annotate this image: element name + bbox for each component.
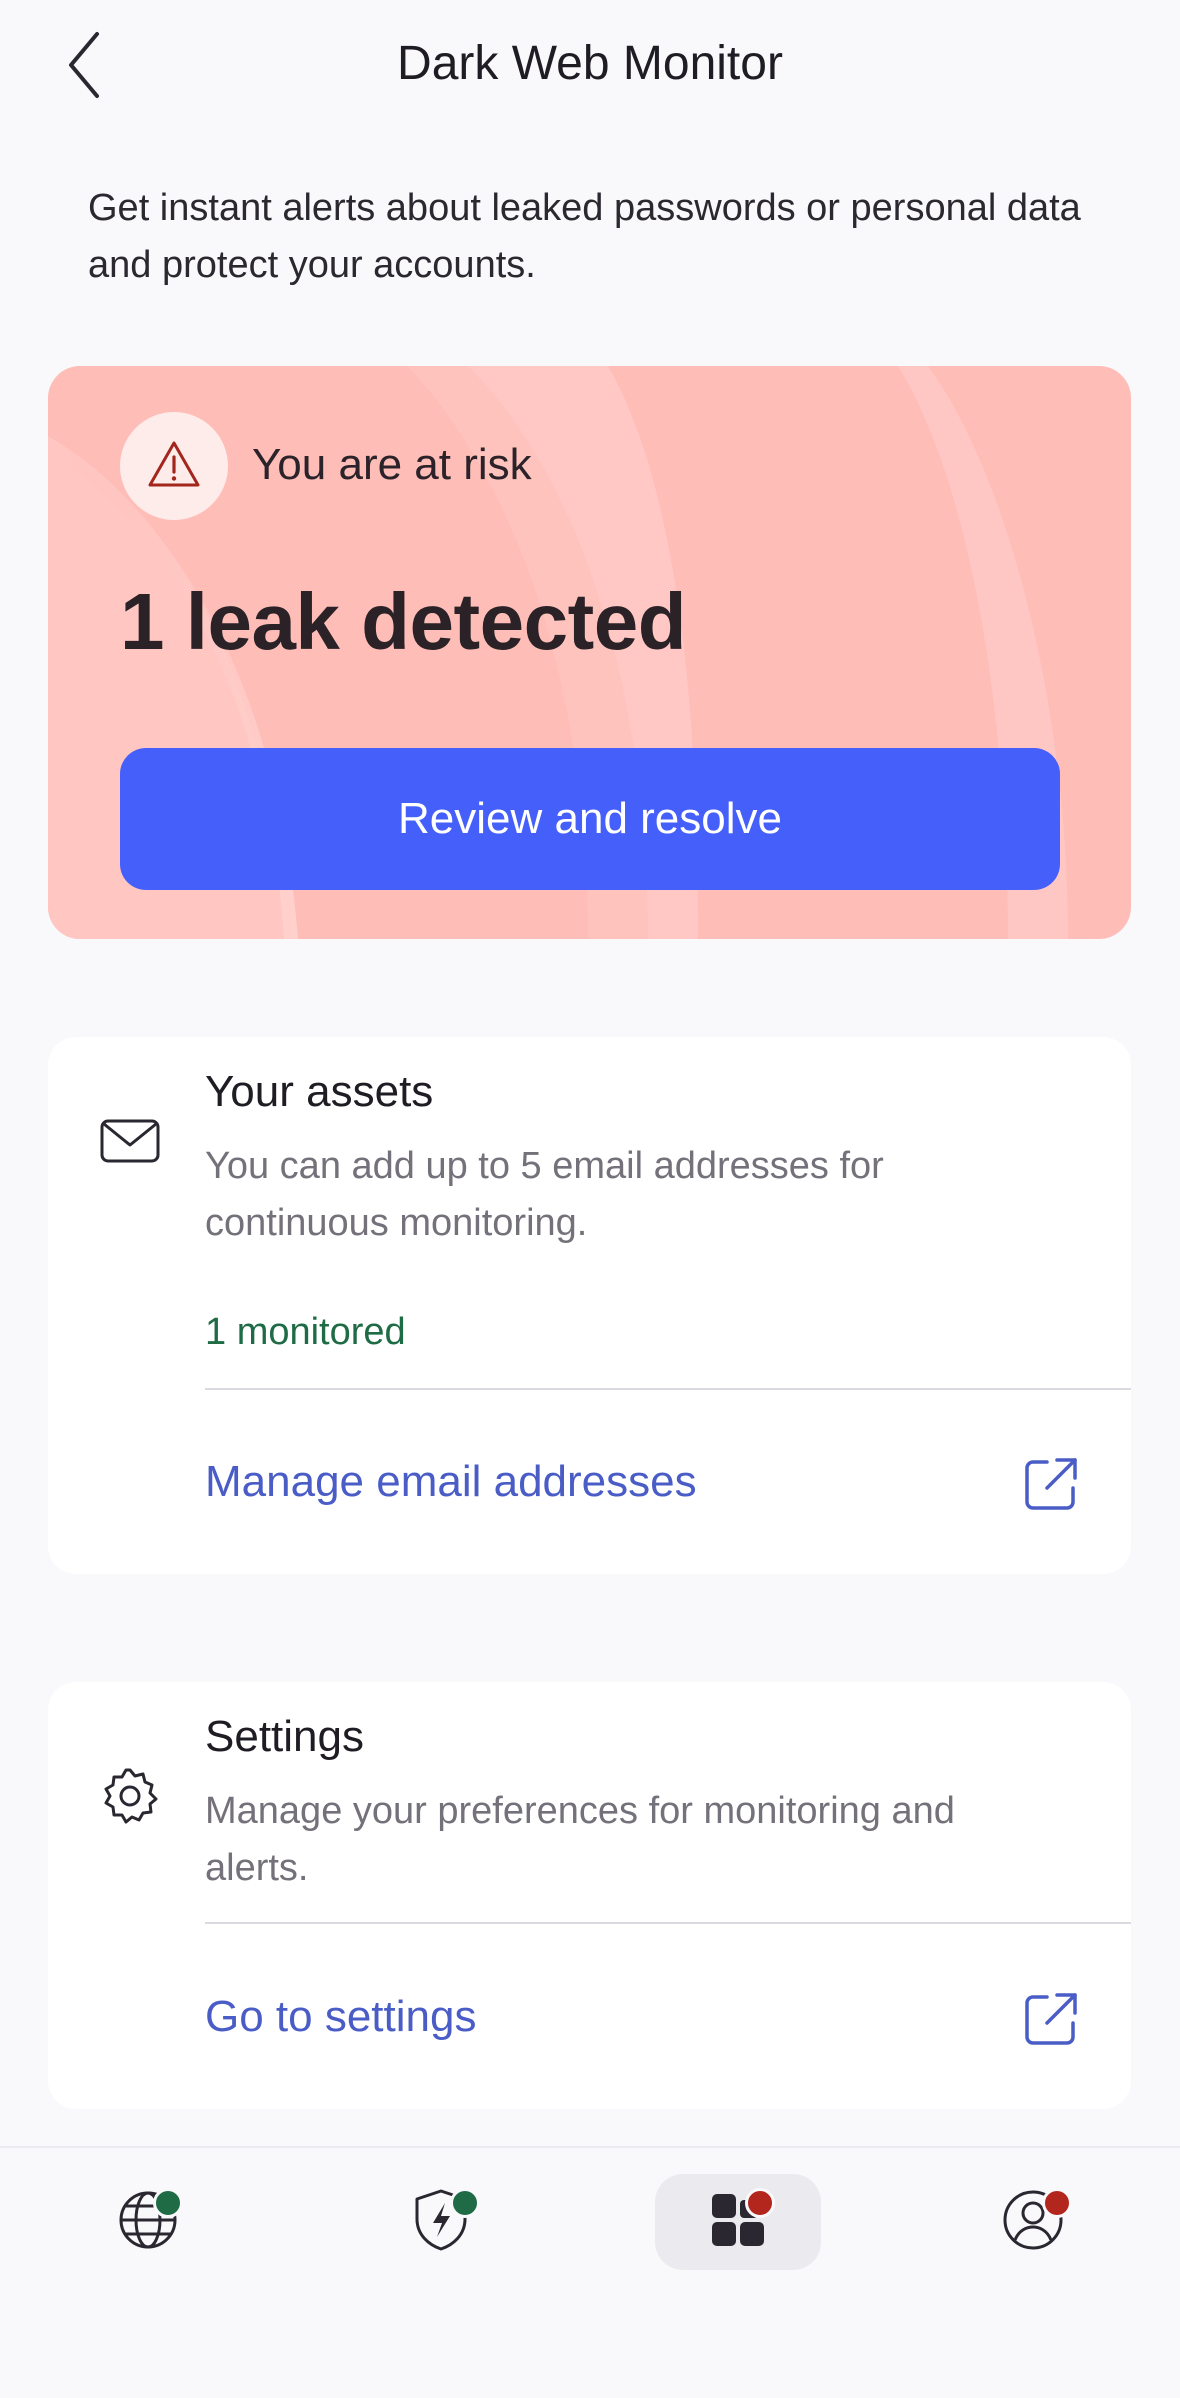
assets-card: Your assets You can add up to 5 email ad… — [48, 1037, 1131, 1574]
assets-title: Your assets — [205, 1067, 434, 1116]
tab-dashboard[interactable] — [655, 2174, 821, 2270]
risk-card: You are at risk 1 leak detected Review a… — [48, 366, 1131, 939]
settings-description: Manage your preferences for monitoring a… — [205, 1790, 955, 1889]
bottom-tab-bar — [0, 2146, 1180, 2398]
gear-icon — [100, 1766, 160, 1831]
tab-web-protection[interactable] — [65, 2174, 231, 2270]
external-link-icon[interactable] — [1023, 1991, 1079, 2047]
intro-text: Get instant alerts about leaked password… — [88, 187, 1081, 286]
tab-security[interactable] — [358, 2174, 524, 2270]
leak-count-headline: 1 leak detected — [120, 577, 687, 666]
assets-description: You can add up to 5 email addresses for … — [205, 1145, 884, 1244]
review-and-resolve-button[interactable]: Review and resolve — [120, 748, 1060, 890]
tab-account[interactable] — [950, 2174, 1116, 2270]
divider — [205, 1922, 1131, 1924]
risk-status-text: You are at risk — [252, 440, 532, 489]
page-title: Dark Web Monitor — [397, 37, 783, 90]
alert-dot — [745, 2188, 775, 2218]
divider — [205, 1388, 1131, 1390]
status-dot — [450, 2188, 480, 2218]
header-bar: Dark Web Monitor — [0, 0, 1180, 135]
mail-icon — [100, 1119, 160, 1168]
settings-title: Settings — [205, 1712, 364, 1761]
settings-card: Settings Manage your preferences for mon… — [48, 1682, 1131, 2109]
external-link-icon[interactable] — [1023, 1456, 1079, 1512]
status-dot — [153, 2188, 183, 2218]
manage-email-addresses-link[interactable]: Manage email addresses — [205, 1457, 697, 1507]
alert-dot — [1042, 2188, 1072, 2218]
risk-badge — [120, 412, 228, 520]
monitored-count: 1 monitored — [205, 1311, 406, 1353]
go-to-settings-link[interactable]: Go to settings — [205, 1992, 476, 2042]
warning-icon — [147, 440, 201, 493]
